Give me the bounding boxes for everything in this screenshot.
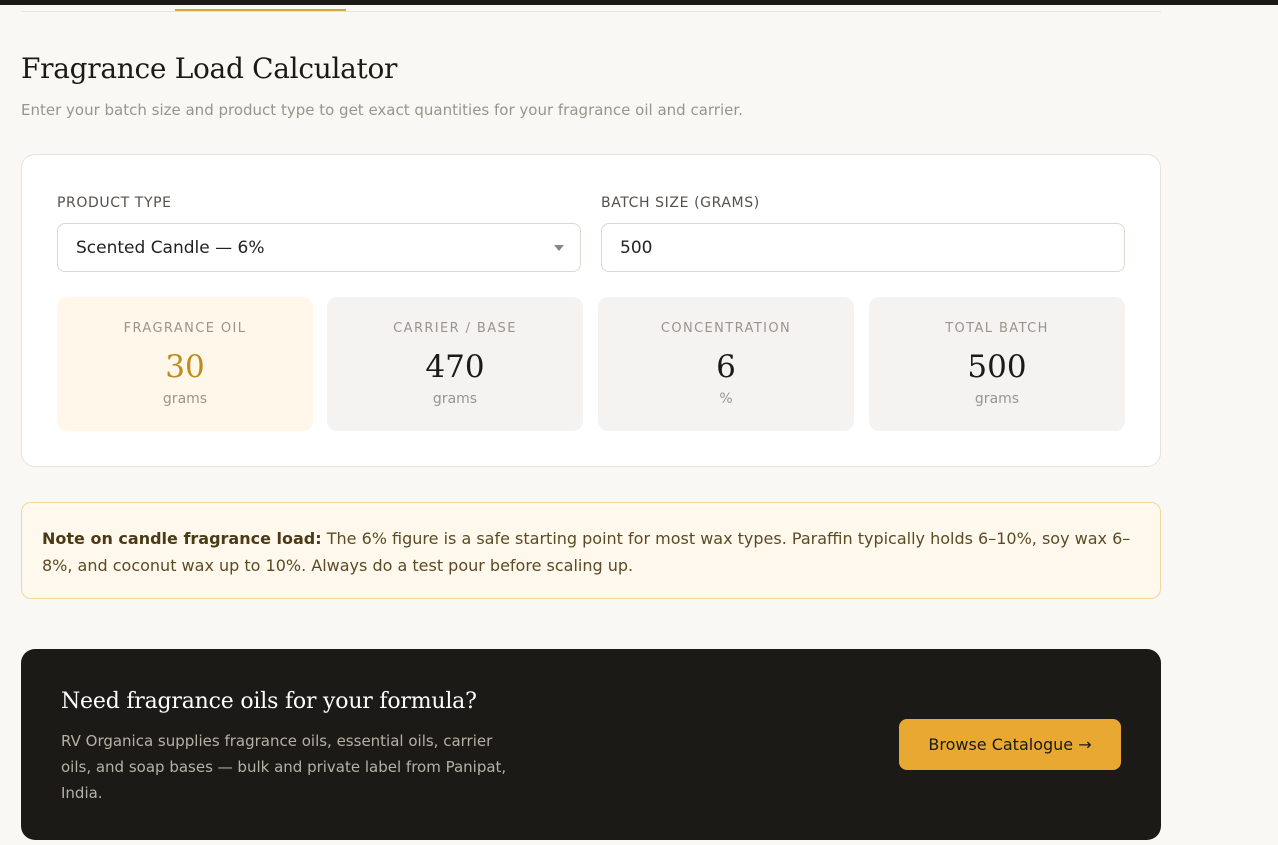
cta-banner: Need fragrance oils for your formula? RV… [21, 649, 1161, 840]
batch-size-value: 500 [620, 237, 653, 258]
chevron-down-icon [554, 245, 564, 251]
result-carrier-base: CARRIER / BASE 470 grams [327, 297, 583, 431]
tab-divider [21, 11, 1161, 12]
stat-value: 500 [967, 349, 1027, 385]
top-bar [0, 0, 1278, 5]
cta-text: RV Organica supplies fragrance oils, ess… [61, 732, 507, 802]
product-type-label: PRODUCT TYPE [57, 195, 172, 211]
page-title: Fragrance Load Calculator [21, 52, 398, 85]
candle-note: Note on candle fragrance load: The 6% fi… [21, 502, 1161, 599]
stat-unit: grams [162, 391, 208, 407]
result-concentration: CONCENTRATION 6 % [598, 297, 854, 431]
note-heading: Note on candle fragrance load: [42, 529, 322, 548]
result-total-batch: TOTAL BATCH 500 grams [869, 297, 1125, 431]
active-tab-indicator [175, 9, 346, 11]
batch-size-label: BATCH SIZE (GRAMS) [601, 195, 760, 211]
page-subtitle: Enter your batch size and product type t… [21, 101, 743, 119]
calculator-card: PRODUCT TYPE Scented Candle — 6% BATCH S… [21, 154, 1161, 467]
stat-value: 6 [716, 349, 736, 385]
result-fragrance-oil: FRAGRANCE OIL 30 grams [57, 297, 313, 431]
stat-label: TOTAL BATCH [945, 321, 1049, 336]
batch-size-input[interactable]: 500 [601, 223, 1125, 272]
stat-label: CONCENTRATION [660, 321, 792, 336]
stat-value: 30 [165, 349, 205, 385]
stat-unit: grams [432, 391, 478, 407]
product-type-value: Scented Candle — 6% [76, 237, 265, 258]
stat-label: CARRIER / BASE [393, 321, 517, 336]
stat-label: FRAGRANCE OIL [123, 321, 247, 336]
browse-catalogue-button[interactable]: Browse Catalogue → [899, 719, 1121, 770]
stat-value: 470 [425, 349, 485, 385]
stat-unit: grams [974, 391, 1020, 407]
stat-unit: % [719, 391, 733, 407]
product-type-select[interactable]: Scented Candle — 6% [57, 223, 581, 272]
cta-title: Need fragrance oils for your formula? [61, 689, 477, 714]
